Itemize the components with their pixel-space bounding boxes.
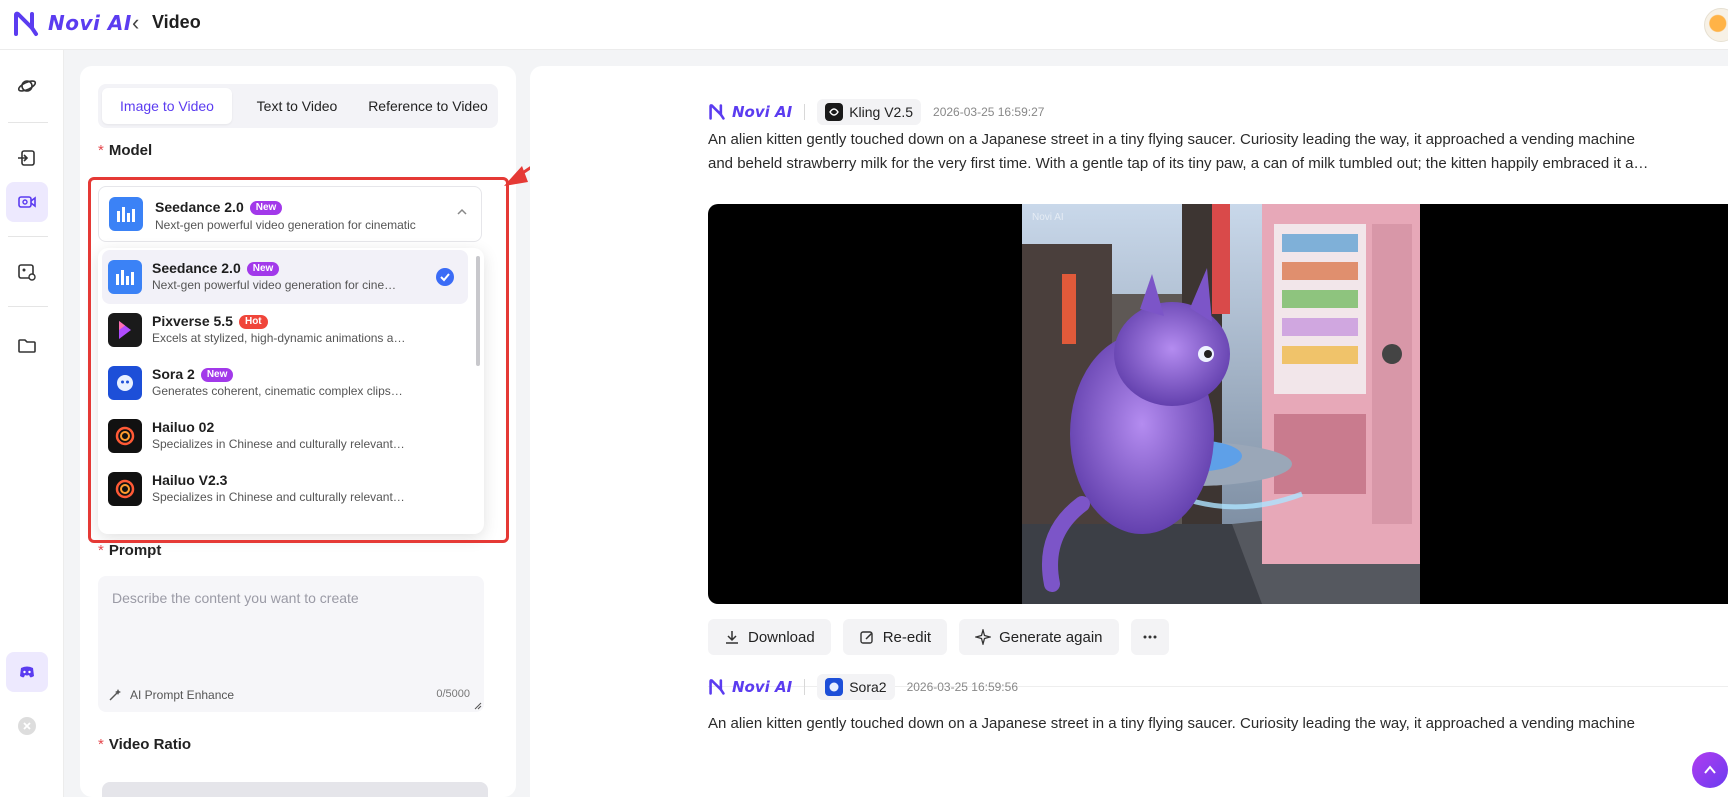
results-feed: Novi AI Kling V2.5 2026-03-25 16:59:27 A… — [530, 66, 1728, 797]
video-camera-icon[interactable] — [6, 182, 48, 222]
brand-name[interactable]: Novi AI — [48, 11, 132, 35]
meta-divider — [804, 104, 806, 120]
close-icon[interactable] — [6, 706, 48, 746]
scroll-top-button[interactable] — [1692, 752, 1728, 788]
model-chip: Sora2 — [817, 674, 895, 700]
planet-icon[interactable] — [6, 66, 48, 106]
video-watermark: Novi AI — [1032, 212, 1064, 223]
video-thumbnail: Novi AI — [1022, 204, 1420, 604]
page-title: Video — [152, 12, 201, 32]
novi-logo-icon — [709, 679, 725, 695]
novi-logo-icon — [709, 104, 725, 120]
tab-image-to-video[interactable]: Image to Video — [102, 88, 232, 124]
result-timestamp: 2026-03-25 16:59:27 — [933, 105, 1045, 119]
rail-divider — [8, 236, 48, 237]
chevron-up-icon — [1704, 765, 1716, 774]
tab-text-to-video[interactable]: Text to Video — [234, 88, 360, 124]
prompt-label: * Prompt — [98, 542, 162, 559]
annotation-highlight-box — [88, 177, 509, 543]
tab-reference-to-video[interactable]: Reference to Video — [362, 88, 494, 124]
prompt-input[interactable]: Describe the content you want to create … — [98, 576, 484, 712]
result-timestamp: 2026-03-25 16:59:56 — [906, 680, 1018, 694]
folder-icon[interactable] — [6, 326, 48, 366]
meta-divider — [804, 679, 806, 695]
video-ratio-label: * Video Ratio — [98, 736, 192, 753]
download-button[interactable]: Download — [708, 619, 831, 655]
char-counter: 0/5000 — [436, 688, 470, 700]
rail-divider — [8, 122, 48, 123]
generate-again-button[interactable]: Generate again — [959, 619, 1119, 655]
model-chip: Kling V2.5 — [817, 99, 922, 125]
prompt-placeholder: Describe the content you want to create — [112, 590, 359, 606]
kling-icon — [825, 103, 844, 121]
re-edit-button[interactable]: Re-edit — [842, 619, 948, 655]
result-meta: Novi AI Sora2 2026-03-25 16:59:56 — [708, 673, 1018, 701]
magic-wand-icon — [109, 689, 121, 701]
chevron-left-icon[interactable]: ‹ — [132, 12, 146, 34]
result-prompt-text: An alien kitten gently touched down on a… — [708, 715, 1635, 732]
more-dots-icon[interactable] — [1130, 619, 1169, 655]
ai-prompt-enhance-button[interactable]: AI Prompt Enhance — [108, 688, 234, 702]
resize-handle-icon[interactable] — [472, 700, 482, 710]
ratio-option[interactable] — [102, 782, 488, 797]
result-prompt-text: An alien kitten gently touched down on a… — [708, 131, 1649, 172]
result-brand: Novi AI — [708, 678, 792, 696]
result-brand: Novi AI — [708, 103, 792, 121]
model-label: * Model — [98, 142, 153, 159]
top-bar: Novi AI ‹ Video — [0, 0, 1728, 50]
sparkle-icon — [975, 629, 992, 645]
novi-logo-icon[interactable] — [12, 10, 40, 38]
mode-tabs: Image to Video Text to Video Reference t… — [98, 84, 498, 128]
result-actions: Download Re-edit Generate again — [708, 619, 1169, 655]
rail-divider — [8, 306, 48, 307]
edit-icon — [860, 631, 873, 644]
sora-icon — [825, 678, 844, 696]
discord-icon[interactable] — [6, 652, 48, 692]
result-meta: Novi AI Kling V2.5 2026-03-25 16:59:27 — [708, 98, 1044, 126]
image-import-icon[interactable] — [6, 138, 48, 178]
download-icon — [726, 631, 738, 644]
side-rail — [0, 50, 64, 797]
avatar[interactable] — [1704, 8, 1728, 42]
video-player[interactable]: Novi AI — [708, 204, 1728, 604]
image-edit-icon[interactable] — [6, 252, 48, 292]
